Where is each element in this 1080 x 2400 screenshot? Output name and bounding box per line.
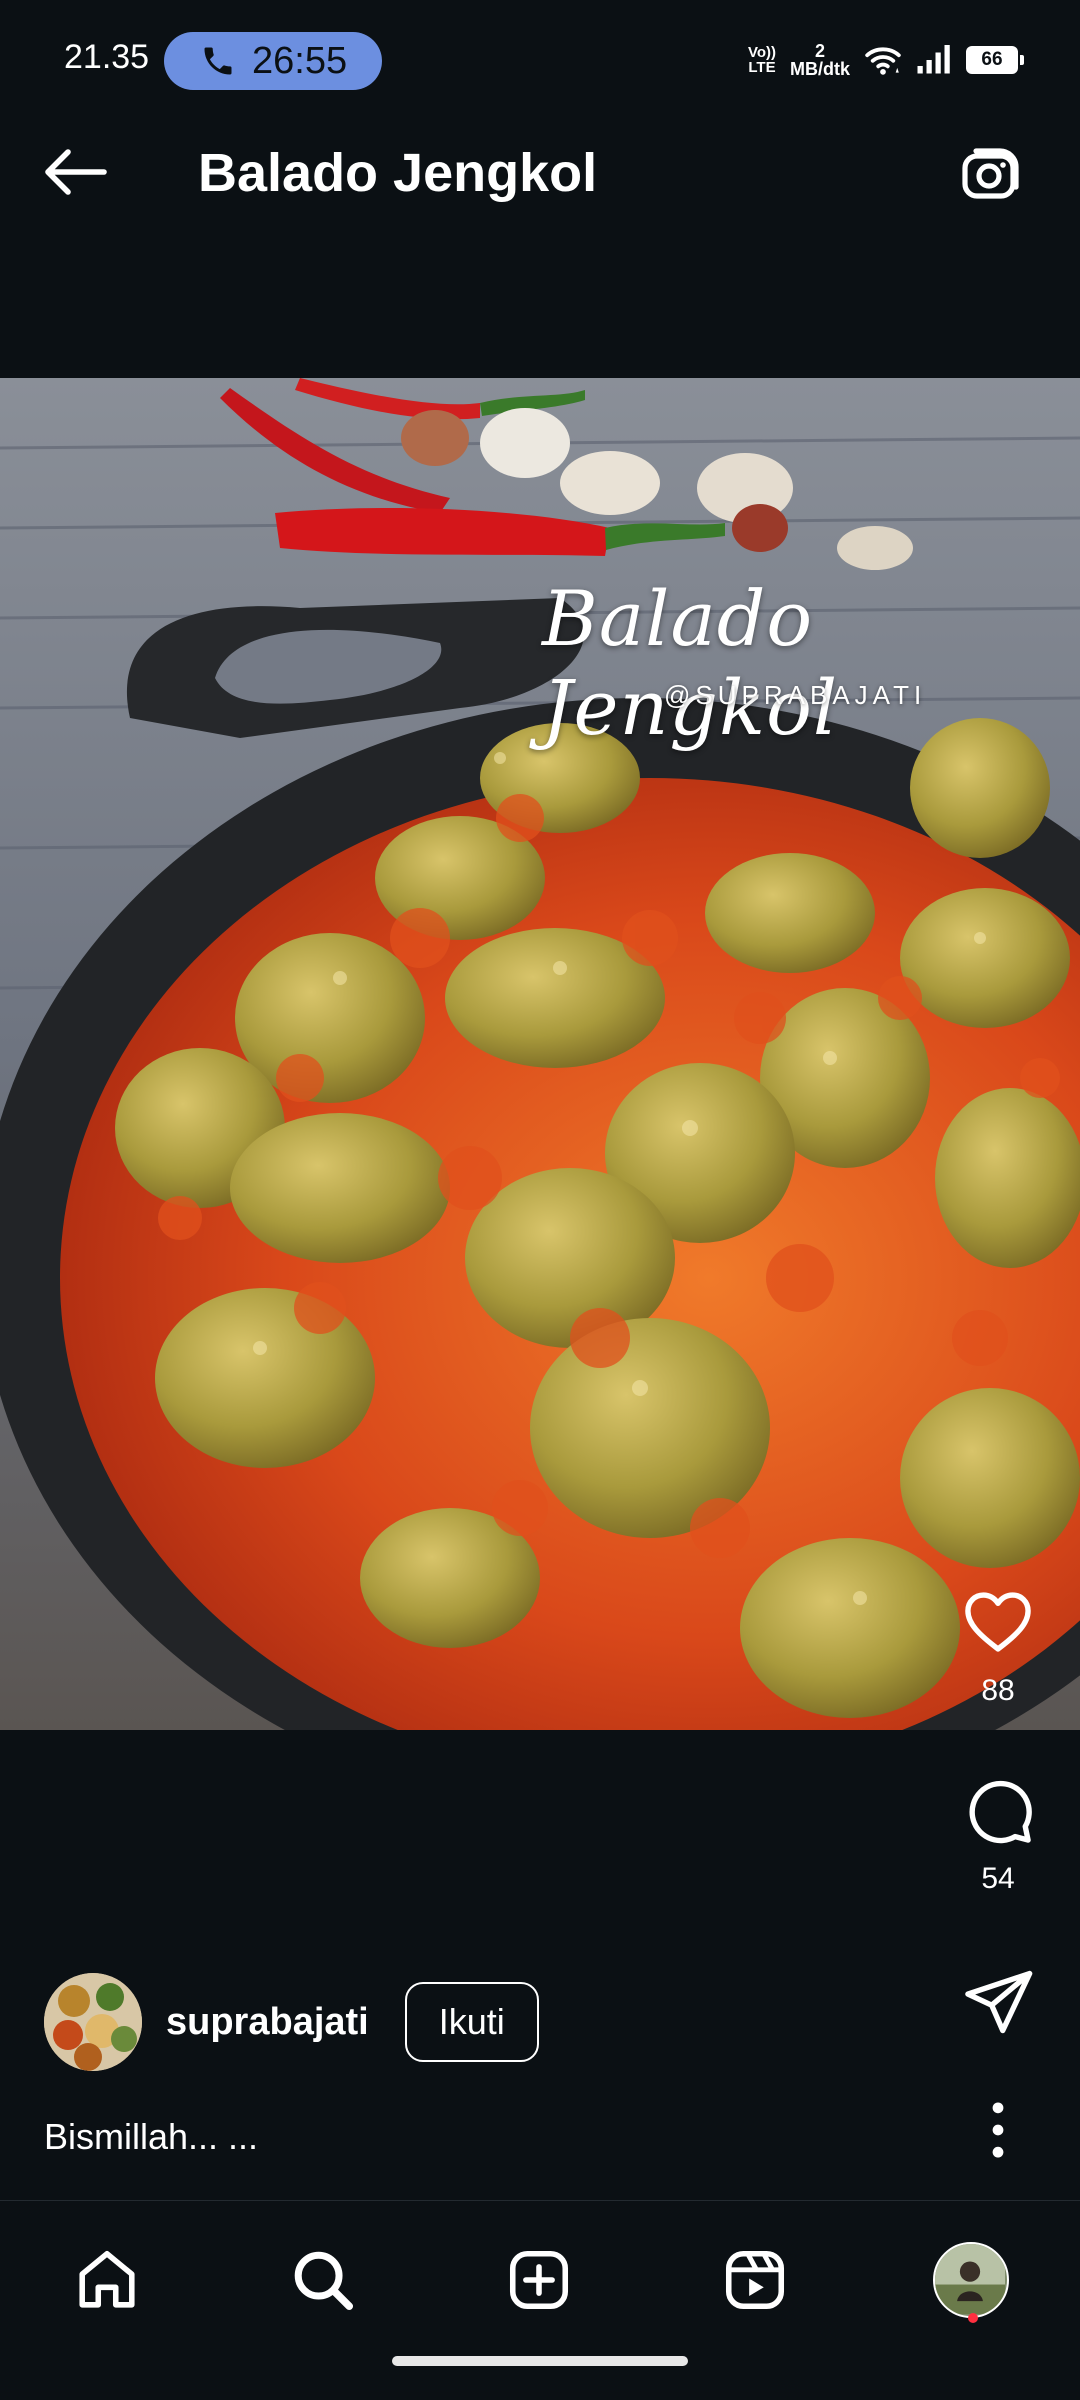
network-speed: 2 MB/dtk xyxy=(790,41,850,79)
camera-icon xyxy=(962,148,1019,199)
gesture-home-indicator[interactable] xyxy=(392,2356,688,2366)
author-avatar[interactable] xyxy=(44,1973,142,2071)
like-count[interactable]: 88 xyxy=(981,1674,1014,1708)
more-vertical-icon[interactable] xyxy=(960,2092,1036,2168)
nav-search[interactable] xyxy=(278,2235,368,2325)
bottom-navigation xyxy=(0,2200,1080,2400)
profile-avatar-image xyxy=(935,2244,1005,2314)
reels-icon xyxy=(725,2250,785,2310)
signal-icon xyxy=(917,45,950,74)
arrow-left-icon xyxy=(45,149,107,195)
image-overlay-title: Balado Jengkol xyxy=(542,574,839,752)
nav-reels[interactable] xyxy=(710,2235,800,2325)
call-timer: 26:55 xyxy=(252,39,348,82)
comment-count[interactable]: 54 xyxy=(981,1862,1014,1896)
status-icons: Vo)) LTE 2 MB/dtk 66 xyxy=(747,40,1024,80)
comment-icon[interactable] xyxy=(960,1772,1036,1848)
status-time: 21.35 xyxy=(64,38,150,76)
nav-create-post[interactable] xyxy=(494,2235,584,2325)
phone-icon xyxy=(204,47,232,75)
wifi-icon xyxy=(865,47,901,75)
add-post-icon xyxy=(509,2250,569,2310)
like-action: 88 xyxy=(938,1584,1058,1708)
image-overlay-handle: @SUPRABAJATI xyxy=(664,680,927,710)
post-caption[interactable]: Bismillah... ... xyxy=(44,2116,258,2158)
nav-profile[interactable] xyxy=(926,2235,1016,2325)
volte-indicator: Vo)) LTE xyxy=(747,44,776,76)
camera-button[interactable] xyxy=(956,138,1028,210)
share-action xyxy=(938,1964,1058,2040)
avatar-image xyxy=(44,1973,142,2071)
more-action xyxy=(938,2092,1058,2168)
back-button[interactable] xyxy=(40,136,112,208)
status-bar: 21.35 26:55 Vo)) LTE 2 MB/dtk 66 xyxy=(0,0,1080,92)
profile-avatar xyxy=(933,2242,1009,2318)
notification-dot xyxy=(968,2313,978,2323)
comment-action: 54 xyxy=(938,1772,1058,1896)
author-row: suprabajati Ikuti xyxy=(44,1972,539,2072)
page-title: Balado Jengkol xyxy=(198,143,598,203)
author-username[interactable]: suprabajati xyxy=(166,2001,369,2044)
post-header: Balado Jengkol xyxy=(0,92,1080,252)
home-icon xyxy=(79,2250,135,2308)
paper-plane-icon[interactable] xyxy=(960,1964,1036,2040)
heart-icon[interactable] xyxy=(960,1584,1036,1660)
nav-home[interactable] xyxy=(62,2235,152,2325)
follow-button[interactable]: Ikuti xyxy=(404,1982,539,2062)
battery-indicator: 66 xyxy=(966,46,1024,74)
search-icon xyxy=(294,2251,354,2311)
post-image[interactable]: Balado Jengkol @SUPRABAJATI xyxy=(0,378,1080,1730)
ongoing-call-pill[interactable]: 26:55 xyxy=(164,32,382,90)
